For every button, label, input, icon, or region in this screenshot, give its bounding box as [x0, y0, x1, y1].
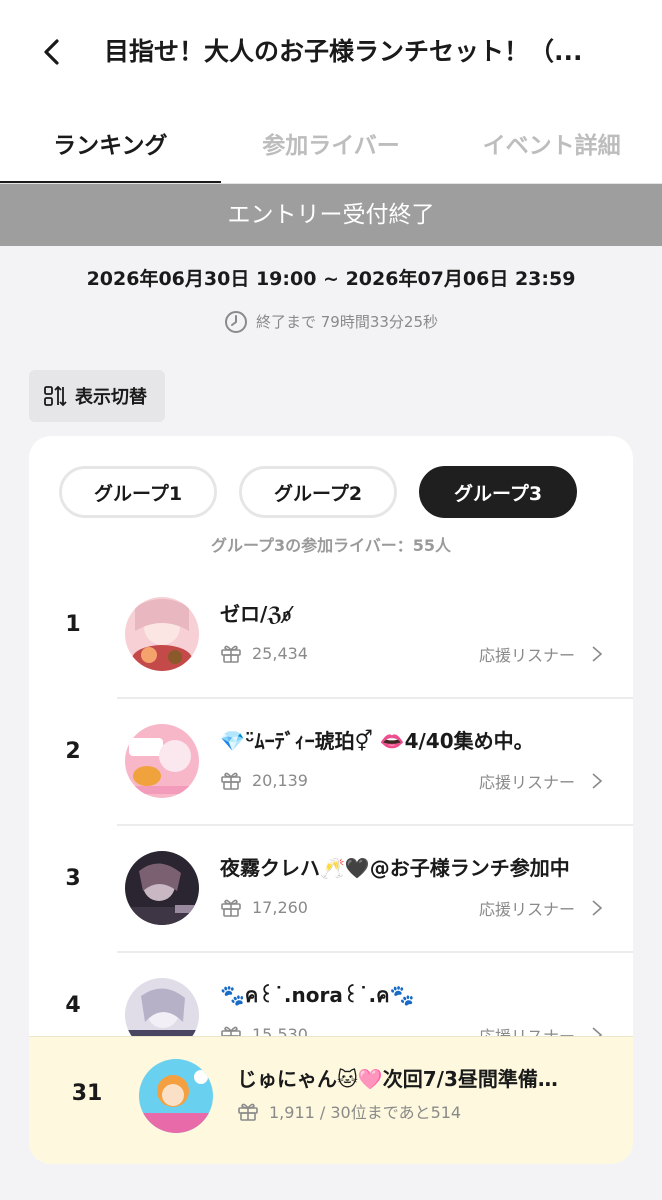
page-title: 目指せ！大人のお子様ランチセット！（... — [104, 37, 583, 66]
avatar — [139, 1059, 213, 1133]
points: 25,434 — [220, 642, 308, 664]
chevron-right-icon — [592, 773, 603, 789]
my-rank-number: 31 — [71, 1081, 103, 1106]
ranking-list: 1 ゼロ/ℨ𝔬̸ 25,434 応援リスナー 2 💎ᵕ̈ﾑｰﾃﾞｨｰ琥珀⚥ 👄4… — [29, 572, 633, 1080]
points-value: 25,434 — [252, 643, 308, 663]
chevron-right-icon — [592, 646, 603, 662]
tab-participants[interactable]: 参加ライバー — [221, 110, 442, 184]
rank-number: 4 — [65, 993, 81, 1018]
sort-toggle-icon — [44, 385, 67, 407]
chevron-right-icon — [592, 900, 603, 916]
points-value: 17,260 — [252, 897, 308, 917]
liver-name: 🐾ค꒰˙.nora꒰˙.ค🐾 — [220, 983, 415, 1007]
rank-number: 1 — [65, 612, 81, 637]
avatar — [125, 851, 199, 925]
liver-name: 夜霧クレハ🥂🖤@お子様ランチ参加中 — [220, 856, 570, 880]
ranking-row[interactable]: 1 ゼロ/ℨ𝔬̸ 25,434 応援リスナー — [29, 572, 633, 699]
remaining-time: 終了まで 79時間33分25秒 — [0, 308, 662, 336]
avatar — [125, 724, 199, 798]
gift-icon — [221, 899, 241, 917]
points-value: 1,911 / 30位まであと514 — [269, 1103, 462, 1122]
supporters-link[interactable]: 応援リスナー — [479, 642, 603, 666]
group-selector: グループ1 グループ2 グループ3 — [59, 466, 577, 518]
tab-bar: ランキング 参加ライバー イベント詳細 — [0, 110, 662, 184]
supporters-label: 応援リスナー — [478, 646, 575, 665]
ranking-row[interactable]: 3 夜霧クレハ🥂🖤@お子様ランチ参加中 17,260 応援リスナー — [29, 826, 633, 953]
supporters-link[interactable]: 応援リスナー — [479, 769, 603, 793]
back-button[interactable] — [30, 30, 74, 74]
supporters-label: 応援リスナー — [478, 773, 575, 792]
gift-icon — [221, 772, 241, 790]
points: 20,139 — [220, 769, 308, 791]
liver-name: ゼロ/ℨ𝔬̸ — [220, 602, 291, 626]
remaining-time-text: 終了まで 79時間33分25秒 — [255, 313, 439, 331]
gift-icon — [238, 1103, 258, 1121]
view-toggle-label: 表示切替 — [75, 387, 147, 408]
clock-icon — [224, 311, 247, 333]
group-1-button[interactable]: グループ1 — [59, 466, 217, 518]
points-value: 20,139 — [252, 770, 308, 790]
liver-name: 💎ᵕ̈ﾑｰﾃﾞｨｰ琥珀⚥ 👄4/40集め中。 — [220, 729, 534, 753]
group-3-button[interactable]: グループ3 — [419, 466, 577, 518]
gift-icon — [221, 645, 241, 663]
liver-name: じゅにゃん🐱🩷次回7/3昼間準備… — [237, 1067, 558, 1091]
group-participant-count: グループ3の参加ライバー：55人 — [210, 536, 452, 555]
tab-event-details[interactable]: イベント詳細 — [441, 110, 662, 184]
tab-ranking[interactable]: ランキング — [0, 110, 221, 184]
app-header: 目指せ！大人のお子様ランチセット！（... — [0, 0, 662, 110]
supporters-link[interactable]: 応援リスナー — [479, 896, 603, 920]
view-toggle-button[interactable]: 表示切替 — [29, 370, 165, 422]
event-period: 2026年06月30日 19:00 ~ 2026年07月06日 23:59 — [86, 268, 576, 290]
my-rank-row[interactable]: 31 じゅにゃん🐱🩷次回7/3昼間準備… 1,911 / 30位まであと514 — [29, 1036, 633, 1164]
points: 1,911 / 30位まであと514 — [237, 1099, 461, 1123]
ranking-row[interactable]: 2 💎ᵕ̈ﾑｰﾃﾞｨｰ琥珀⚥ 👄4/40集め中。 20,139 応援リスナー — [29, 699, 633, 826]
avatar — [125, 597, 199, 671]
group-2-button[interactable]: グループ2 — [239, 466, 397, 518]
rank-number: 2 — [65, 739, 81, 764]
entry-status-banner: エントリー受付終了 — [0, 184, 662, 246]
points: 17,260 — [220, 896, 308, 918]
rank-number: 3 — [65, 866, 81, 891]
chevron-left-icon — [44, 39, 59, 65]
supporters-label: 応援リスナー — [478, 900, 575, 919]
